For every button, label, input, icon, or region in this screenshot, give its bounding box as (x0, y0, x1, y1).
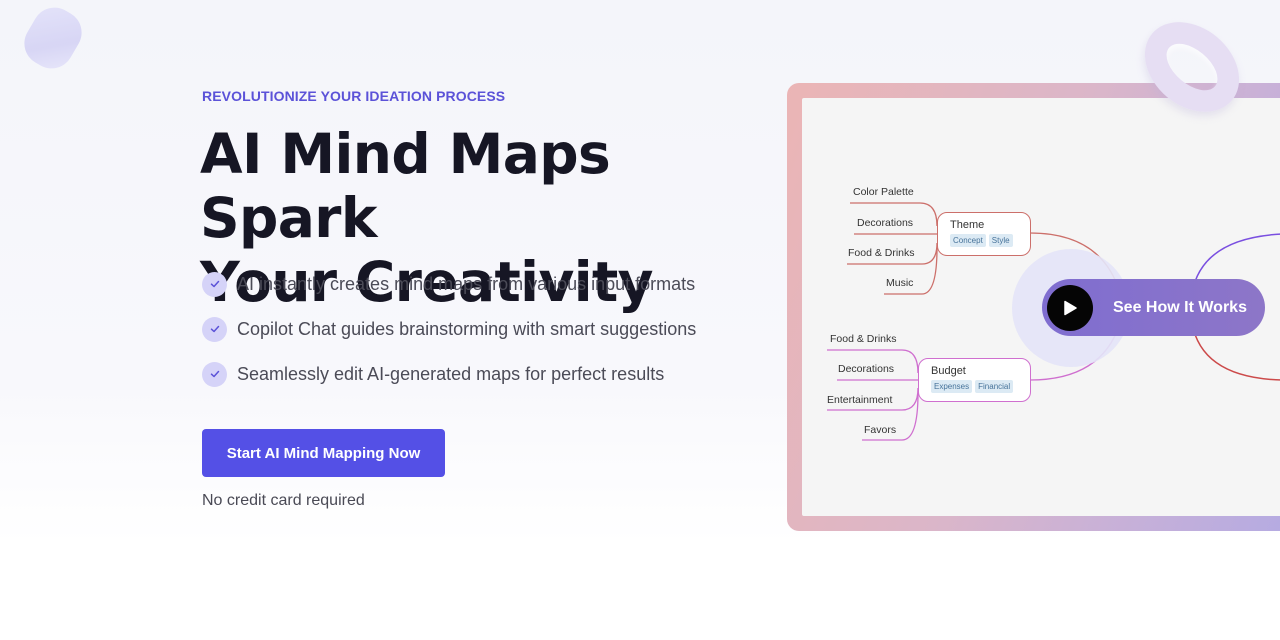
node-tag: Concept (950, 234, 986, 247)
feature-item: AI instantly creates mind maps from vari… (202, 271, 696, 297)
feature-item: Copilot Chat guides brainstorming with s… (202, 316, 696, 342)
node-tag: Style (988, 234, 1013, 247)
feature-text: Copilot Chat guides brainstorming with s… (237, 318, 697, 339)
check-icon (202, 271, 227, 297)
headline-line-1: AI Mind Maps Spark (200, 122, 611, 250)
mind-map-leaf[interactable]: Entertainment (827, 394, 892, 406)
mind-map-leaf[interactable]: Decorations (857, 217, 913, 229)
check-icon (202, 316, 227, 342)
mind-map-leaf[interactable]: Decorations (838, 363, 894, 375)
decorative-pill-shape (16, 0, 90, 77)
mind-map-leaf[interactable]: Color Palette (853, 186, 914, 198)
eyebrow-text: REVOLUTIONIZE YOUR IDEATION PROCESS (202, 88, 506, 104)
feature-text: AI instantly creates mind maps from vari… (237, 273, 696, 294)
feature-item: Seamlessly edit AI-generated maps for pe… (202, 361, 696, 387)
mind-map-leaf[interactable]: Food & Drinks (830, 333, 897, 345)
see-how-it-works-label: See How It Works (1113, 298, 1247, 316)
no-credit-card-note: No credit card required (202, 492, 365, 509)
check-icon (202, 361, 227, 387)
node-title: Budget (931, 365, 966, 377)
node-title: Theme (950, 219, 985, 231)
feature-list: AI instantly creates mind maps from vari… (202, 271, 696, 406)
mind-map-leaf[interactable]: Food & Drinks (848, 247, 915, 259)
node-tag: Expenses (931, 380, 973, 393)
mind-map-node-budget[interactable]: Budget Expenses Financial (918, 358, 1031, 402)
mind-map-node-theme[interactable]: Theme Concept Style (937, 212, 1031, 256)
node-tag: Financial (975, 380, 1014, 393)
feature-text: Seamlessly edit AI-generated maps for pe… (237, 363, 665, 384)
see-how-it-works-button[interactable]: See How It Works (1042, 279, 1265, 336)
start-mind-mapping-button[interactable]: Start AI Mind Mapping Now (202, 429, 445, 477)
mind-map-leaf[interactable]: Music (886, 277, 913, 289)
mind-map-leaf[interactable]: Favors (864, 424, 896, 436)
play-icon (1047, 284, 1093, 331)
